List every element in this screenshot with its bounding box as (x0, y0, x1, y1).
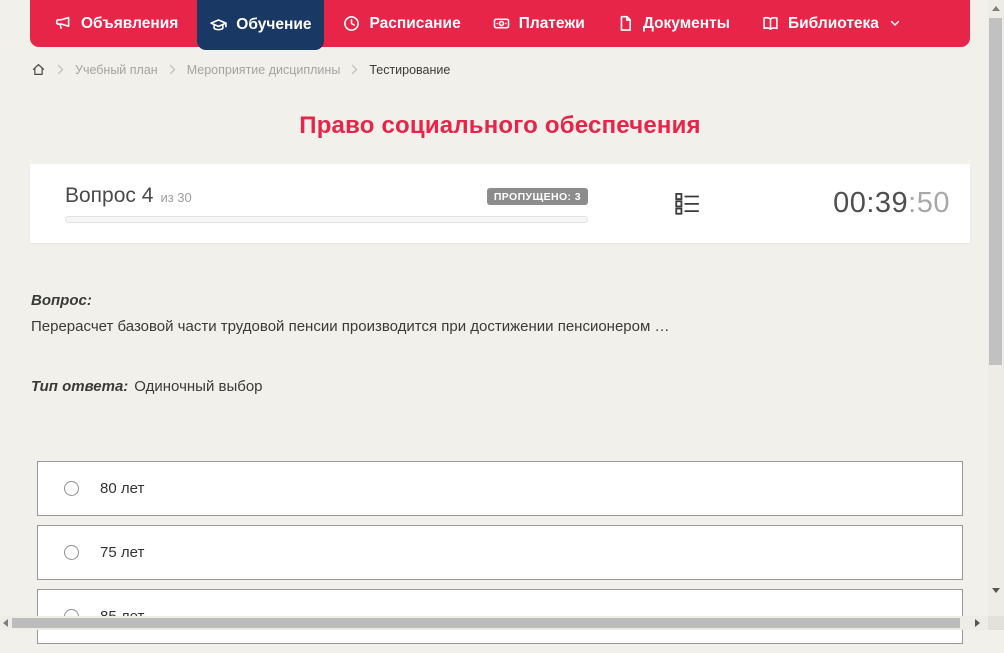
chevron-right-icon (57, 64, 64, 75)
answer-type-row: Тип ответа: Одиночный выбор (31, 378, 263, 395)
clock-icon (343, 15, 360, 32)
timer-minutes: 00:39 (833, 187, 909, 219)
nav-item-label: Расписание (369, 14, 461, 32)
answer-option-label: 75 лет (100, 544, 145, 561)
breadcrumb-item-study-plan[interactable]: Учебный план (75, 63, 158, 77)
nav-item-payments[interactable]: Платежи (480, 0, 598, 47)
nav-item-label: Объявления (81, 14, 179, 32)
breadcrumb-item-discipline-event[interactable]: Мероприятие дисциплины (187, 63, 341, 77)
timer-separator: : (908, 187, 917, 219)
home-icon[interactable] (31, 62, 46, 77)
radio-button[interactable] (64, 481, 79, 496)
question-progress-column: Вопрос 4 из 30 ПРОПУЩЕНО: 3 (65, 184, 588, 223)
scroll-up-arrow-icon[interactable] (992, 6, 1000, 11)
question-text: Перерасчет базовой части трудовой пенсии… (31, 318, 670, 335)
question-list-icon[interactable] (674, 190, 701, 217)
question-total-label: из 30 (160, 190, 192, 205)
breadcrumb: Учебный план Мероприятие дисциплины Тест… (31, 62, 450, 77)
chevron-right-icon (351, 64, 358, 75)
radio-button[interactable] (64, 545, 79, 560)
document-icon (617, 15, 634, 32)
megaphone-icon (55, 15, 72, 32)
answer-option-label: 80 лет (100, 480, 145, 497)
page-title: Право социального обеспечения (299, 112, 701, 139)
skipped-badge: ПРОПУЩЕНО: 3 (486, 187, 588, 205)
nav-item-label: Библиотека (788, 14, 879, 32)
answer-type-value: Одиночный выбор (134, 378, 263, 395)
nav-item-library[interactable]: Библиотека (749, 0, 913, 47)
nav-item-documents[interactable]: Документы (604, 0, 743, 47)
scroll-right-arrow-icon[interactable] (975, 619, 980, 627)
banknote-icon (493, 15, 510, 32)
nav-item-label: Обучение (236, 16, 312, 33)
timer: 00:39:50 (833, 187, 950, 220)
nav-item-label: Документы (642, 14, 730, 32)
nav-item-announcements[interactable]: Объявления (42, 0, 191, 47)
question-header-card: Вопрос 4 из 30 ПРОПУЩЕНО: 3 00:39:50 (30, 164, 970, 243)
graduation-cap-icon (210, 17, 228, 34)
question-number-label: Вопрос 4 (65, 184, 154, 207)
question-heading: Вопрос: (31, 292, 92, 309)
nav-item-learning[interactable]: Обучение (197, 0, 325, 50)
horizontal-scrollbar-thumb[interactable] (12, 618, 960, 628)
answer-type-label: Тип ответа: (31, 378, 129, 395)
breadcrumb-item-testing: Тестирование (369, 62, 451, 77)
horizontal-scrollbar[interactable] (0, 616, 988, 630)
chevron-down-icon (890, 20, 900, 27)
question-number: Вопрос 4 из 30 (65, 184, 192, 208)
chevron-right-icon (169, 64, 176, 75)
answer-option[interactable]: 75 лет (37, 525, 963, 580)
open-book-icon (762, 15, 779, 32)
vertical-scrollbar-thumb[interactable] (989, 18, 1002, 365)
answer-option[interactable]: 80 лет (37, 461, 963, 516)
timer-seconds: 50 (916, 187, 950, 219)
vertical-scrollbar[interactable] (988, 0, 1004, 616)
question-progress-bar (65, 216, 588, 223)
main-navbar: Объявления Обучение Расписание Платежи Д… (30, 0, 970, 50)
nav-item-label: Платежи (518, 14, 585, 32)
nav-item-schedule[interactable]: Расписание (330, 0, 473, 47)
scroll-down-arrow-icon[interactable] (992, 588, 1000, 593)
scrollbar-corner (988, 616, 1004, 630)
scroll-left-arrow-icon[interactable] (3, 619, 8, 627)
